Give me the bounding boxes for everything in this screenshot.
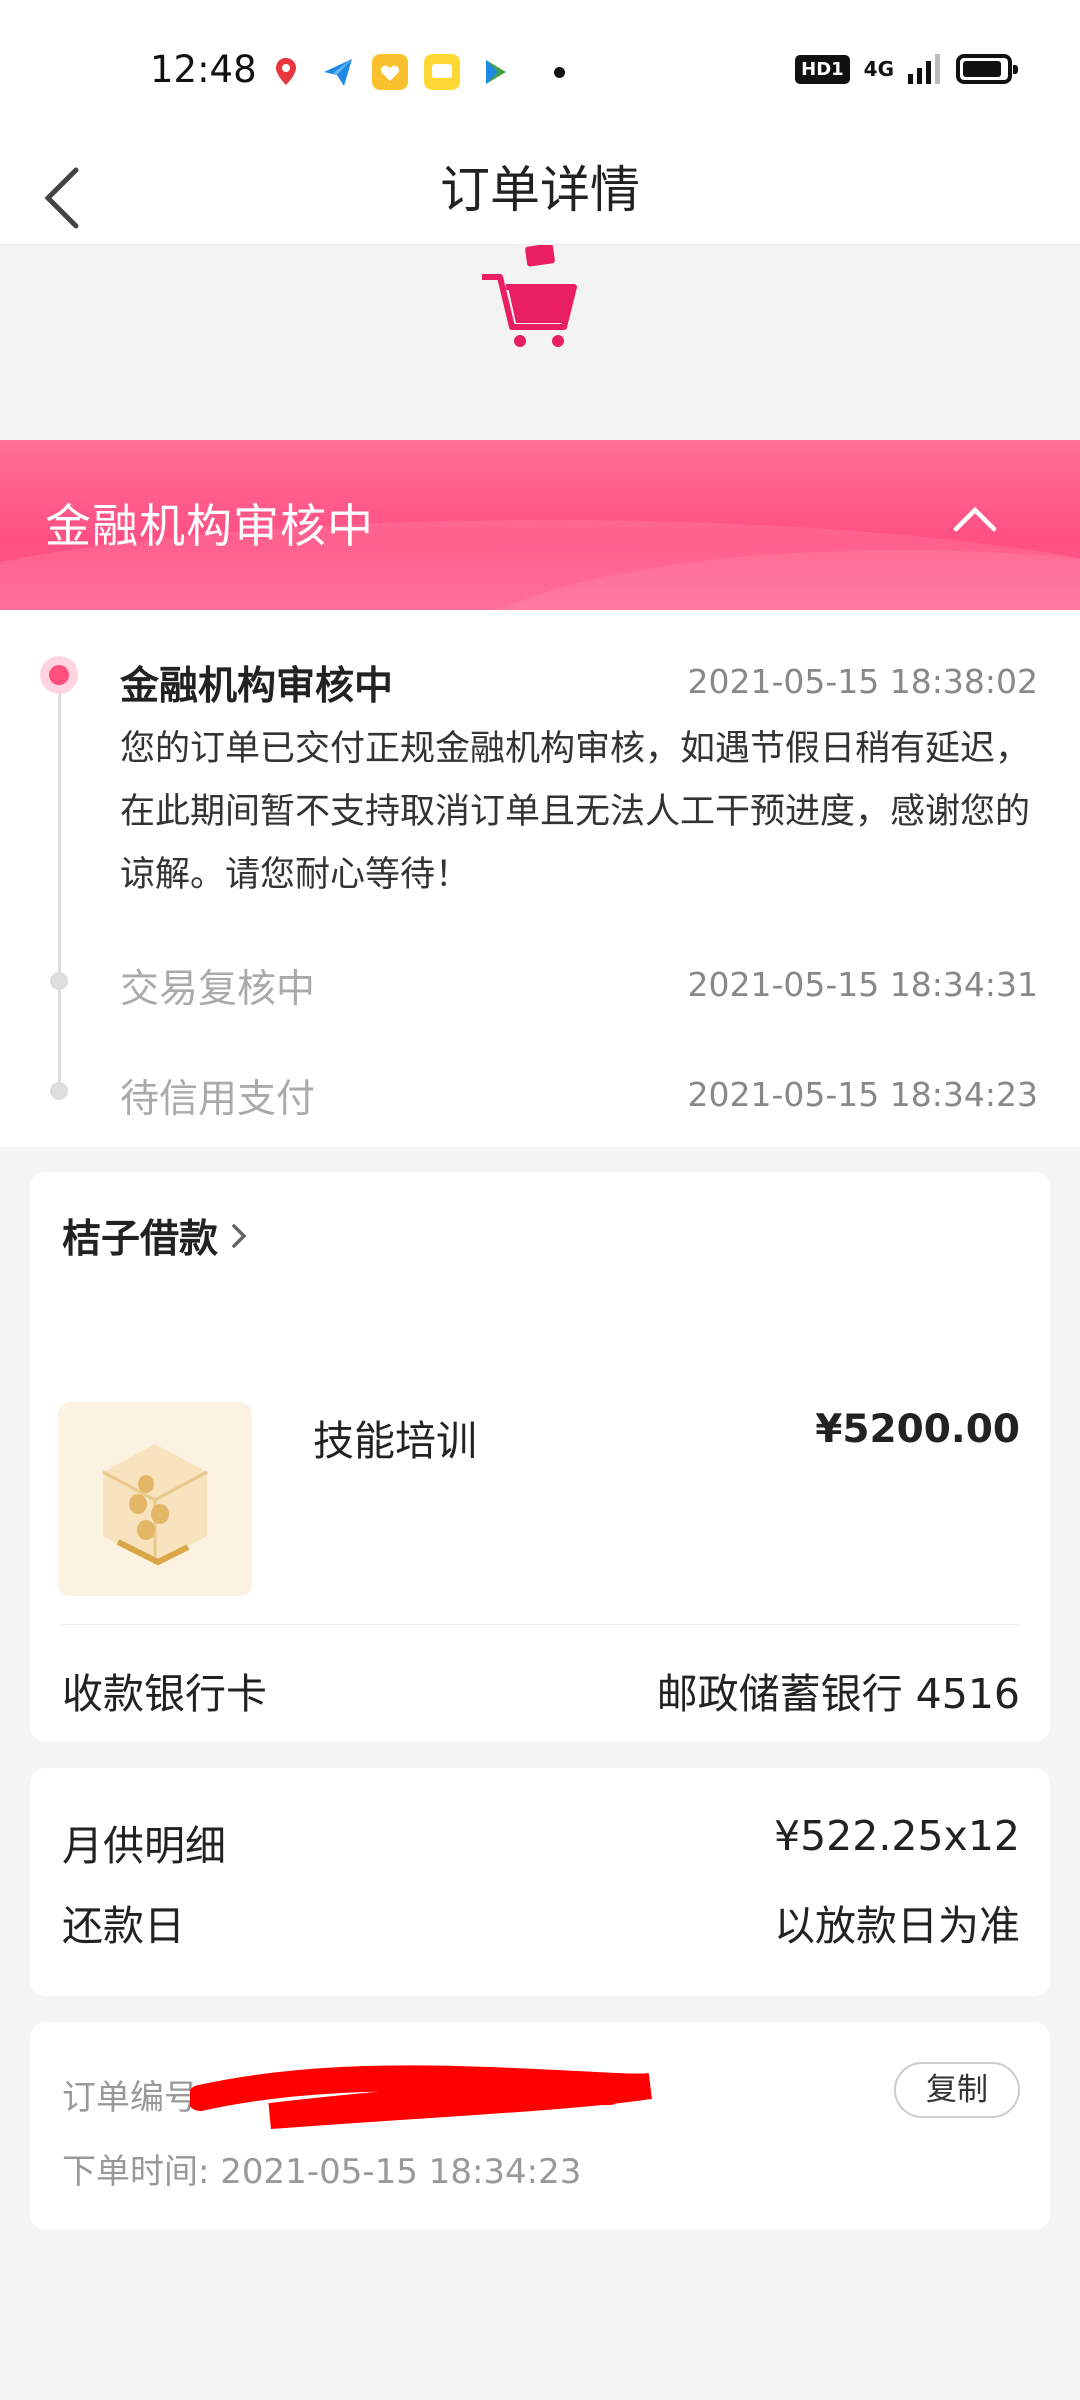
product-image <box>58 1402 252 1596</box>
monthly-payment-value: ¥522.25x12 <box>774 1812 1020 1860</box>
product-price: ¥5200.00 <box>815 1407 1020 1452</box>
bank-card-value: 邮政储蓄银行 4516 <box>656 1670 1020 1718</box>
order-time: 下单时间: 2021-05-15 18:34:23 <box>62 2144 581 2193</box>
status-time: 12:48 <box>150 48 257 91</box>
hd-badge: HD1 <box>795 54 850 84</box>
hero-illustration <box>0 245 1080 440</box>
gold-box-icon <box>102 1444 208 1566</box>
payment-card: 月供明细 ¥522.25x12 还款日 以放款日为准 <box>30 1768 1050 1996</box>
timeline-step-time: 2021-05-15 18:34:31 <box>687 965 1038 1004</box>
redaction-scribble <box>190 2065 652 2129</box>
product-name: 技能培训 <box>313 1417 477 1465</box>
monthly-payment-label: 月供明细 <box>62 1822 226 1870</box>
merchant-name: 桔子借款 <box>62 1217 219 1262</box>
page-title: 订单详情 <box>440 161 640 219</box>
nav-bar: 订单详情 <box>0 140 1080 245</box>
battery-icon <box>956 54 1018 84</box>
merchant-link[interactable]: 桔子借款 <box>62 1208 250 1264</box>
order-timeline: 金融机构审核中 2021-05-15 18:38:02 您的订单已交付正规金融机… <box>0 610 1080 1147</box>
timeline-dot-active <box>40 656 78 694</box>
chevron-up-icon[interactable] <box>950 495 1000 545</box>
timeline-dot <box>50 972 68 990</box>
signal-icon <box>908 54 940 84</box>
video-app-icon <box>486 60 506 84</box>
chevron-right-icon <box>232 1224 247 1248</box>
timeline-step-title: 金融机构审核中 <box>120 664 394 709</box>
timeline-step-desc: 您的订单已交付正规金融机构审核，如遇节假日稍有延迟，在此期间暂不支持取消订单且无… <box>120 729 1031 895</box>
shopping-cart-icon <box>482 245 577 347</box>
map-pin-app-icon <box>276 58 296 85</box>
timeline-step-title: 待信用支付 <box>120 1077 316 1122</box>
order-number-label: 订单编号 <box>62 2078 198 2118</box>
bank-card-label: 收款银行卡 <box>62 1670 267 1718</box>
repay-day-label: 还款日 <box>62 1902 185 1950</box>
timeline-line <box>58 680 61 1100</box>
status-banner[interactable]: 金融机构审核中 <box>0 440 1080 610</box>
notification-dot <box>554 66 565 78</box>
order-info-card: 订单编号 复制 下单时间: 2021-05-15 18:34:23 <box>30 2022 1050 2230</box>
order-time-label: 下单时间: <box>62 2152 210 2192</box>
status-right: HD1 4G <box>795 54 1018 84</box>
status-bar: 12:48 HD1 4G <box>0 0 1080 140</box>
timeline-dot <box>50 1082 68 1100</box>
heart-app-icon <box>372 54 408 90</box>
divider <box>60 1624 1020 1625</box>
copy-button[interactable]: 复制 <box>894 2062 1020 2118</box>
repay-day-value: 以放款日为准 <box>774 1902 1020 1950</box>
send-app-icon <box>324 59 352 86</box>
message-app-icon <box>424 54 460 90</box>
timeline-step-title: 交易复核中 <box>120 967 316 1012</box>
banner-title: 金融机构审核中 <box>45 499 374 553</box>
network-label: 4G <box>863 57 894 81</box>
timeline-step-time: 2021-05-15 18:38:02 <box>687 662 1038 701</box>
timeline-step-time: 2021-05-15 18:34:23 <box>687 1075 1038 1114</box>
product-card: 桔子借款 技能培训 ¥5200.00 收款银行卡 邮政储蓄银行 4516 <box>30 1172 1050 1742</box>
status-app-icons <box>268 54 565 90</box>
order-time-value: 2021-05-15 18:34:23 <box>220 2152 582 2192</box>
